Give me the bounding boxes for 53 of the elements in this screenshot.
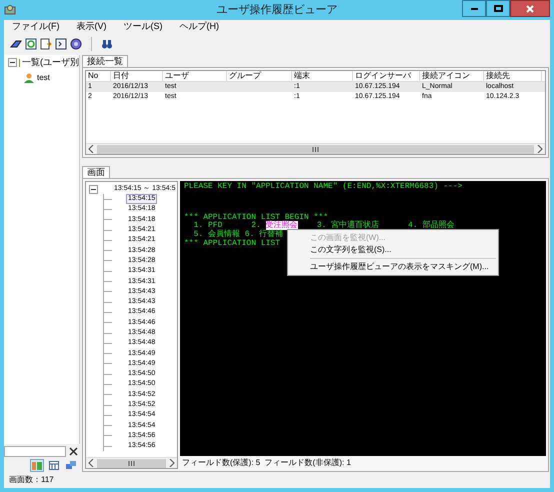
tab[interactable]: 接続一覧 [82,55,128,67]
tree-item[interactable]: test [37,72,50,84]
column-header[interactable]: 日付 [111,71,163,81]
binoculars-icon[interactable] [101,38,113,50]
refresh-icon[interactable] [25,38,37,50]
status-text: 画面数：117 [8,474,55,486]
collapse-icon[interactable] [8,58,17,68]
scroll-left-icon[interactable] [88,145,94,153]
column-header[interactable]: ユーザ [163,71,227,81]
terminal-line: 5. 会員情報 6. 行替補 [194,230,284,240]
column-header[interactable]: 接続先 [484,71,542,81]
menu-item[interactable]: この文字列を監視(S)... [288,244,498,256]
scroll-right-icon[interactable] [537,145,543,153]
column-header[interactable]: No [86,71,111,81]
column-header[interactable]: グループ [227,71,292,81]
menu-item[interactable]: 表示(V) [76,20,106,34]
settings-icon[interactable] [70,38,82,50]
view-button[interactable] [30,458,44,472]
close-icon [526,4,534,12]
calendar-icon [49,460,59,470]
menu-item[interactable]: ツール(S) [124,20,162,34]
view-button[interactable] [64,458,78,472]
menu-item[interactable]: ユーザ操作履歴ビューアの表示をマスキング(M)... [288,261,498,273]
collapse-icon[interactable] [89,184,98,194]
users-icon [32,460,42,470]
minimize-button[interactable] [462,0,486,17]
tab[interactable]: 画面 [82,166,110,178]
column-header[interactable]: 端末 [292,71,353,81]
computers-icon [66,460,76,470]
maximize-button[interactable] [486,0,510,17]
column-header[interactable]: 接続アイコン [420,71,484,81]
view-button[interactable] [47,458,61,472]
clear-icon[interactable] [69,447,78,456]
close-button[interactable] [510,0,550,17]
user-icon [24,72,34,82]
scroll-left-icon[interactable] [88,459,94,467]
search-field[interactable] [4,446,66,457]
menu-item[interactable]: ファイル(F) [12,20,60,34]
terminal-icon[interactable] [55,38,67,50]
terminal-line: 1. PFD 2. 受注照会 3. 宮中適百状店 4. 部品照会 [192,221,454,230]
menu-item[interactable]: ヘルプ(H) [180,20,219,34]
field-count-text: フィールド数(保護): 5 フィールド数(非保護): 1 [181,457,352,469]
tree-item[interactable]: 一覧(ユーザ別 [22,56,79,70]
scroll-right-icon[interactable] [169,459,175,467]
window-title: ユーザ操作履歴ビューア [216,2,338,18]
eraser-icon[interactable] [10,38,22,50]
grip-icon [312,146,319,152]
terminal-line: PLEASE KEY IN "APPLICATION NAME" (E:END,%X:XTERM6683) ---> [184,182,462,191]
grip-icon [128,460,135,466]
app-icon [4,4,16,16]
terminal-line: *** APPLICATION LIST [184,238,280,248]
export-icon[interactable] [40,38,52,50]
column-header[interactable]: ログインサーバ [353,71,420,81]
